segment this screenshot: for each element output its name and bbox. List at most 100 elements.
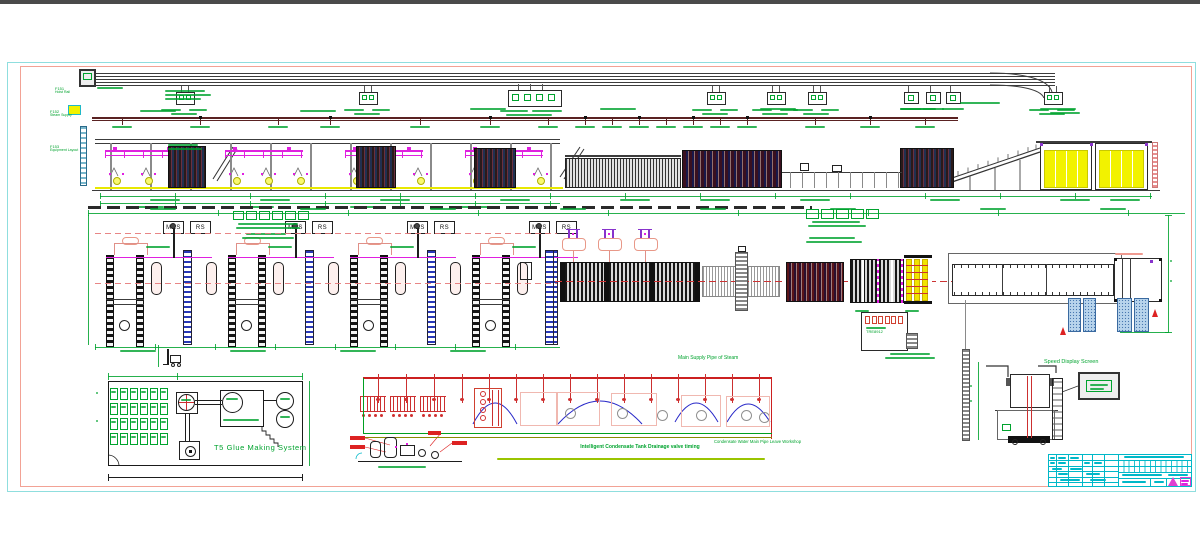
manifold-fin [410,396,411,411]
skid-tank [370,441,381,458]
manifold-valve [410,414,413,417]
paper-roll [450,262,461,295]
stroke [217,149,237,181]
magenta-line [228,257,334,258]
steam-tick [406,374,407,377]
micro-annotation [538,126,558,128]
magenta-post [301,150,302,158]
dim-tick [998,210,999,216]
rail-tie [472,304,510,305]
glue-tote-box [120,433,128,445]
micro-annotation [808,225,866,227]
conveyor-post [850,172,851,188]
hoist-cell [536,94,543,101]
drop-pipe [609,251,610,262]
cabinet [865,316,870,324]
stroke [262,168,270,176]
steam-tick [678,374,679,377]
stroke [440,443,452,452]
manifold-fin [377,396,378,411]
micro-annotation [1040,108,1076,110]
machine-top-bar [565,155,681,157]
corner [1114,258,1117,261]
micro-annotation [131,391,136,393]
micro-annotation [131,421,136,423]
micro-annotation [692,109,712,111]
mg-dot [349,173,351,175]
pallet [1068,298,1081,332]
micro-annotation [480,126,500,128]
hoist-pendant [712,86,713,92]
pipe-joint [692,116,695,119]
salmon-pipe [236,243,237,255]
title-text [1070,468,1082,470]
splicer-track [545,250,554,345]
manifold-fin [437,396,438,411]
micro-annotation [620,199,650,201]
micro-annotation [890,353,930,355]
steam-drop [612,119,613,125]
valve-stem [648,230,650,238]
small-machine [800,163,809,171]
margin-label-2-name: Steam Supply [50,114,72,118]
floor-light [233,177,241,185]
dim-tick [608,210,609,216]
mg-dot [261,173,263,175]
magenta-post [402,150,403,158]
crane-rail-line [95,82,1055,83]
micro-annotation [930,199,960,201]
micro-annotation [602,126,622,128]
forklift-wheel [171,363,175,367]
speed-display-screen-label: Speed Display Screen [1044,359,1098,365]
note-underline [497,458,765,460]
micro-annotation [165,94,211,96]
blue-node [1040,143,1043,146]
mg-dot [293,173,295,175]
valve-stem [576,230,578,238]
steam-tick [434,374,435,377]
hose-reel [536,223,542,229]
dim-tick [475,193,476,199]
forklift-body [170,355,181,363]
manifold-valve [374,414,377,417]
glue-tote-box [140,388,148,400]
hoist-cell [908,95,914,101]
dim-tick [302,474,303,481]
dim-tick [738,210,739,216]
valve-stem [640,230,642,238]
magenta-dash-col [901,259,903,303]
splicer-track [305,250,314,345]
margin-label-1-name: Hoist Rail [55,91,70,95]
bridge-chord [95,143,560,144]
micro-annotation [855,310,869,312]
wall-hatch-column [962,349,970,441]
stroke [1062,386,1078,392]
mg-dot [141,173,143,175]
conveyor-post [874,172,875,188]
hatched-column [80,126,87,186]
forklift-mast [167,349,169,365]
hoist-pendant [719,86,720,92]
steam-drop [815,119,816,125]
red-label [428,431,441,435]
cabinet [898,316,903,324]
steam-tick [462,374,463,377]
salmon-pipe [391,243,392,255]
cabinet [872,316,877,324]
manifold-valve [368,414,371,417]
micro-annotation [803,113,829,115]
micro-annotation [500,199,530,201]
bridge-column [430,143,432,190]
bridge-column [310,143,312,190]
corner [1159,258,1162,261]
forklift-wheel [177,363,181,367]
manifold-fin [390,396,391,411]
rail-tie [228,304,266,305]
unit-label: RS [318,225,327,231]
micro-annotation [141,391,146,393]
skid-pump [418,449,426,457]
micro-annotation [320,126,340,128]
hoist-pendant [820,86,821,92]
micro-annotation [1100,208,1126,210]
micro-annotation [165,98,201,100]
